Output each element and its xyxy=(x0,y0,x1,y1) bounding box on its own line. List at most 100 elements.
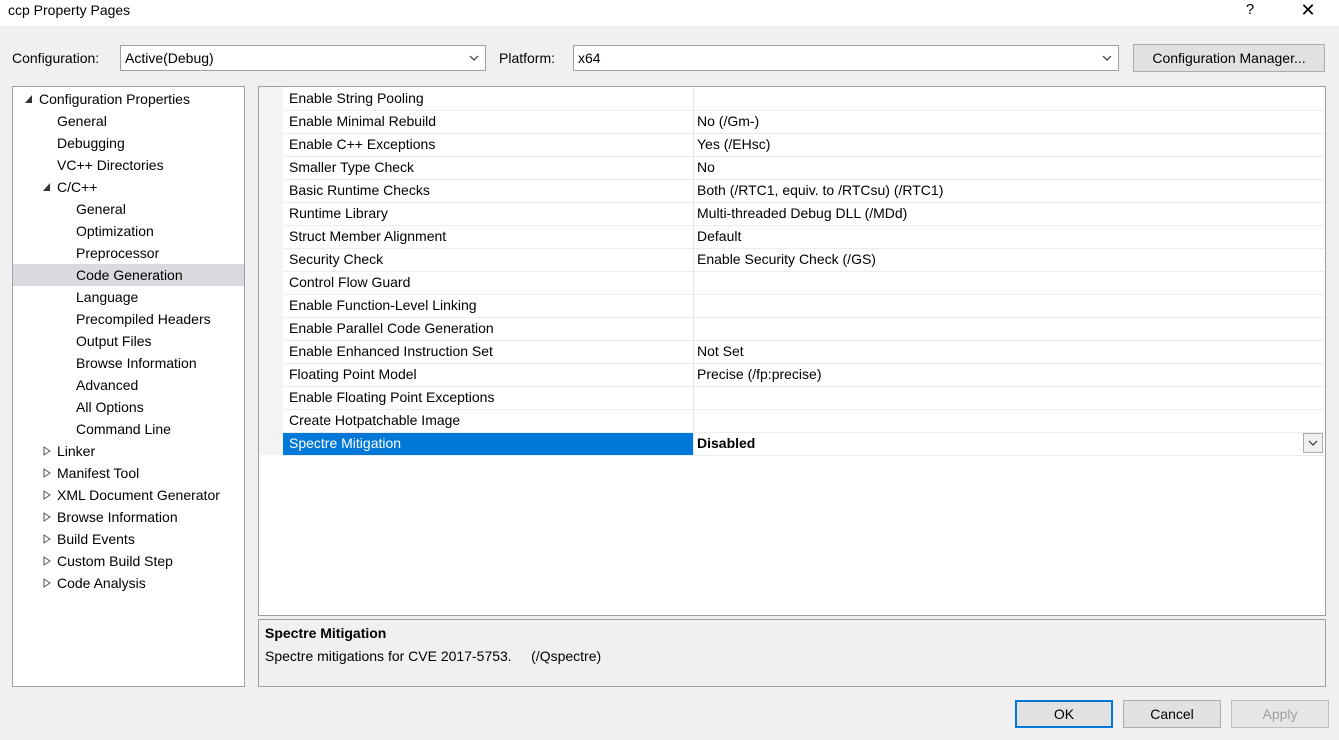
property-tree[interactable]: Configuration Properties General Debugging… xyxy=(12,86,245,687)
property-row[interactable]: Enable Function-Level Linking xyxy=(283,295,1325,318)
property-row[interactable]: Spectre Mitigation Disabled xyxy=(283,433,1325,456)
tree-item[interactable]: Manifest Tool xyxy=(13,462,244,484)
close-button[interactable]: ✕ xyxy=(1288,0,1328,22)
collapsed-triangle-icon[interactable] xyxy=(42,440,52,462)
tree-item-label: Command Line xyxy=(76,421,171,437)
tree-item[interactable]: Code Generation xyxy=(13,264,244,286)
property-name: Enable Parallel Code Generation xyxy=(289,320,494,336)
cancel-button[interactable]: Cancel xyxy=(1123,700,1221,728)
apply-button[interactable]: Apply xyxy=(1231,700,1329,728)
tree-item[interactable]: Browse Information xyxy=(13,506,244,528)
property-grid[interactable]: Enable String Pooling Enable Minimal Rebu… xyxy=(258,86,1326,616)
tree-item[interactable]: Build Events xyxy=(13,528,244,550)
tree-item[interactable]: Precompiled Headers xyxy=(13,308,244,330)
tree-item-label: VC++ Directories xyxy=(57,157,164,173)
ok-button[interactable]: OK xyxy=(1015,700,1113,728)
column-divider xyxy=(693,226,694,249)
property-name: Enable Floating Point Exceptions xyxy=(289,389,495,405)
tree-item[interactable]: Output Files xyxy=(13,330,244,352)
tree-item-label: Precompiled Headers xyxy=(76,311,211,327)
tree-item[interactable]: Debugging xyxy=(13,132,244,154)
collapsed-triangle-icon[interactable] xyxy=(42,572,52,594)
property-row[interactable]: Enable Enhanced Instruction Set Not Set xyxy=(283,341,1325,364)
property-row[interactable]: Create Hotpatchable Image xyxy=(283,410,1325,433)
property-name: Struct Member Alignment xyxy=(289,228,447,244)
description-text: Spectre mitigations for CVE 2017-5753. (… xyxy=(265,648,602,664)
chevron-down-icon xyxy=(1102,55,1112,61)
property-row[interactable]: Basic Runtime Checks Both (/RTC1, equiv. … xyxy=(283,180,1325,203)
property-name: Enable String Pooling xyxy=(289,90,424,106)
property-row[interactable]: Smaller Type Check No xyxy=(283,157,1325,180)
tree-item-label: Build Events xyxy=(57,531,135,547)
collapsed-triangle-icon[interactable] xyxy=(42,528,52,550)
tree-item[interactable]: VC++ Directories xyxy=(13,154,244,176)
property-name: Enable Minimal Rebuild xyxy=(289,113,437,129)
tree-item[interactable]: Language xyxy=(13,286,244,308)
tree-item-label: Configuration Properties xyxy=(39,91,190,107)
property-value: No (/Gm-) xyxy=(697,113,760,129)
tree-item[interactable]: Configuration Properties xyxy=(13,88,244,110)
tree-item[interactable]: Optimization xyxy=(13,220,244,242)
property-name: Enable Enhanced Instruction Set xyxy=(289,343,493,359)
tree-item-label: Debugging xyxy=(57,135,125,151)
tree-item[interactable]: All Options xyxy=(13,396,244,418)
tree-item-label: General xyxy=(57,113,107,129)
column-divider xyxy=(693,272,694,295)
column-divider xyxy=(693,341,694,364)
property-name: Enable C++ Exceptions xyxy=(289,136,436,152)
tree-item[interactable]: Preprocessor xyxy=(13,242,244,264)
property-row[interactable]: Control Flow Guard xyxy=(283,272,1325,295)
column-divider xyxy=(693,318,694,341)
tree-item[interactable]: Custom Build Step xyxy=(13,550,244,572)
column-divider xyxy=(693,249,694,272)
column-divider xyxy=(693,180,694,203)
property-value: Default xyxy=(697,228,742,244)
column-divider xyxy=(693,410,694,433)
property-row[interactable]: Security Check Enable Security Check (/GS… xyxy=(283,249,1325,272)
property-name: Basic Runtime Checks xyxy=(289,182,430,198)
tree-item[interactable]: Browse Information xyxy=(13,352,244,374)
expanded-triangle-icon[interactable] xyxy=(42,176,52,198)
tree-item[interactable]: General xyxy=(13,110,244,132)
tree-item[interactable]: General xyxy=(13,198,244,220)
collapsed-triangle-icon[interactable] xyxy=(42,484,52,506)
expanded-triangle-icon[interactable] xyxy=(24,88,34,110)
property-row[interactable]: Floating Point Model Precise (/fp:precise… xyxy=(283,364,1325,387)
property-name: Runtime Library xyxy=(289,205,388,221)
property-row[interactable]: Enable Floating Point Exceptions xyxy=(283,387,1325,410)
property-name: Smaller Type Check xyxy=(289,159,415,175)
property-row[interactable]: Struct Member Alignment Default xyxy=(283,226,1325,249)
tree-item[interactable]: Command Line xyxy=(13,418,244,440)
tree-item[interactable]: Code Analysis xyxy=(13,572,244,594)
configuration-dropdown[interactable]: Active(Debug) xyxy=(120,45,486,71)
tree-item-label: C/C++ xyxy=(57,179,98,195)
property-row[interactable]: Enable String Pooling xyxy=(283,88,1325,111)
help-button[interactable]: ? xyxy=(1230,0,1270,22)
column-divider xyxy=(693,111,694,134)
property-row[interactable]: Enable Minimal Rebuild No (/Gm-) xyxy=(283,111,1325,134)
tree-item-label: All Options xyxy=(76,399,144,415)
value-dropdown-button[interactable] xyxy=(1303,433,1323,453)
window-title: ccp Property Pages xyxy=(8,2,131,18)
collapsed-triangle-icon[interactable] xyxy=(42,506,52,528)
property-value: Enable Security Check (/GS) xyxy=(697,251,876,267)
column-divider xyxy=(693,295,694,318)
tree-item-label: Optimization xyxy=(76,223,154,239)
tree-item[interactable]: Advanced xyxy=(13,374,244,396)
property-row[interactable]: Enable C++ Exceptions Yes (/EHsc) xyxy=(283,134,1325,157)
collapsed-triangle-icon[interactable] xyxy=(42,550,52,572)
property-row[interactable]: Runtime Library Multi-threaded Debug DLL … xyxy=(283,203,1325,226)
property-name: Enable Function-Level Linking xyxy=(289,297,477,313)
column-divider xyxy=(693,88,694,111)
tree-item[interactable]: C/C++ xyxy=(13,176,244,198)
configuration-manager-button[interactable]: Configuration Manager... xyxy=(1133,44,1325,72)
property-row[interactable]: Enable Parallel Code Generation xyxy=(283,318,1325,341)
collapsed-triangle-icon[interactable] xyxy=(42,462,52,484)
property-value: Precise (/fp:precise) xyxy=(697,366,822,382)
platform-dropdown[interactable]: x64 xyxy=(573,45,1119,71)
configuration-value: Active(Debug) xyxy=(125,50,214,66)
column-divider xyxy=(693,387,694,410)
property-name: Spectre Mitigation xyxy=(289,435,402,451)
tree-item[interactable]: Linker xyxy=(13,440,244,462)
tree-item[interactable]: XML Document Generator xyxy=(13,484,244,506)
